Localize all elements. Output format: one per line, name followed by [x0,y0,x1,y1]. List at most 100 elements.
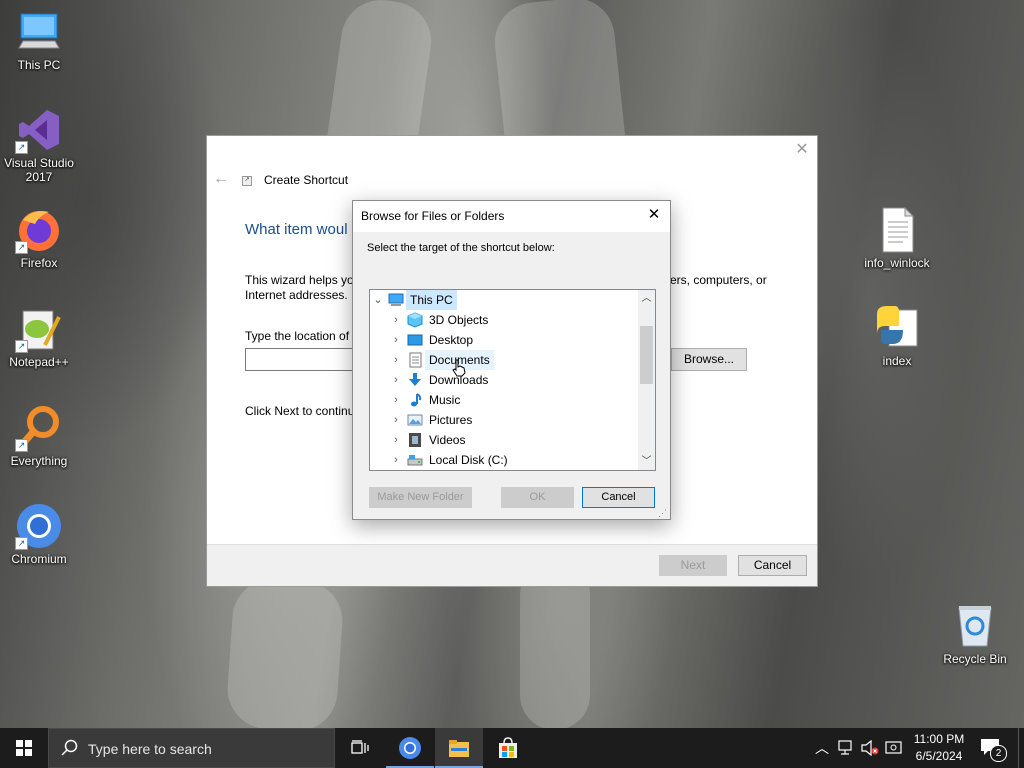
desktop-icon-firefox[interactable]: ↗ Firefox [0,206,78,270]
dialog-titlebar[interactable]: Browse for Files or Folders ✕ [353,201,670,232]
rock-streak [224,576,346,734]
tree-label: Pictures [429,413,473,427]
taskbar: Type here to search ︿ 11:00 PM 6/5/2024 … [0,728,1024,768]
desktop-icon-chromium[interactable]: ↗ Chromium [0,502,78,566]
ok-button[interactable]: OK [501,487,574,508]
tree-item-documents[interactable]: › Documents [370,350,638,370]
wizard-title: Create Shortcut [264,173,349,187]
desktop-icon-info-winlock[interactable]: info_winlock [858,206,936,270]
chevron-right-icon[interactable]: › [390,350,402,370]
chevron-right-icon[interactable]: › [390,450,402,470]
make-new-folder-button[interactable]: Make New Folder [369,487,472,508]
notification-center-icon[interactable]: 2 [980,738,1007,762]
task-view-icon [351,740,369,756]
volume-muted-icon[interactable] [861,739,879,757]
text-file-icon [873,206,921,254]
tree-item-videos[interactable]: › Videos [370,430,638,450]
next-button[interactable]: Next [659,555,727,576]
tree-label: This PC [406,290,457,310]
tree-item-pictures[interactable]: › Pictures [370,410,638,430]
shortcut-arrow-icon: ↗ [15,241,28,254]
chevron-right-icon[interactable]: › [390,330,402,350]
desktop-folder-icon [407,332,423,348]
scroll-down-icon[interactable]: ﹀ [638,453,655,470]
wizard-description: This wizard helps you Internet addresses… [245,273,361,302]
shortcut-arrow-icon: ↗ [15,340,28,353]
task-view-button[interactable] [336,728,384,768]
hand-cursor-icon [452,359,466,377]
clock-time[interactable]: 11:00 PM [910,732,968,746]
notepad-plus-plus-icon: ↗ [15,305,63,353]
taskbar-file-explorer[interactable] [435,728,483,768]
shortcut-arrow-icon: ↗ [15,141,28,154]
back-arrow-icon[interactable]: ← [213,171,229,187]
taskbar-store[interactable] [484,728,532,768]
downloads-icon [407,372,423,388]
desktop-icon-index[interactable]: index [858,304,936,368]
dialog-cancel-button[interactable]: Cancel [582,487,655,508]
show-desktop-button[interactable] [1018,728,1024,768]
tree-item-music[interactable]: › Music [370,390,638,410]
tree-item-this-pc[interactable]: ⌄ This PC [370,290,638,310]
desktop-icon-everything[interactable]: ↗ Everything [0,404,78,468]
chevron-right-icon[interactable]: › [390,430,402,450]
display-icon[interactable] [885,740,903,756]
chromium-icon [398,736,422,760]
tree-item-downloads[interactable]: › Downloads [370,370,638,390]
recycle-bin-icon [951,602,999,650]
chevron-right-icon[interactable]: › [390,390,402,410]
documents-icon [407,352,423,368]
search-icon [61,739,79,757]
chevron-right-icon[interactable]: › [390,310,402,330]
visual-studio-icon: ↗ [15,106,63,154]
dialog-close-icon[interactable]: ✕ [646,206,662,224]
music-icon [407,392,423,408]
tree-label: Videos [429,433,466,447]
next-hint-text: Click Next to continu [245,404,355,418]
browse-button[interactable]: Browse... [671,348,747,371]
tree-label: Local Disk (C:) [429,453,508,467]
local-disk-icon [407,452,423,468]
location-label: Type the location of t [245,329,356,343]
clock-date[interactable]: 6/5/2024 [910,749,968,763]
network-icon[interactable] [838,740,856,756]
this-pc-icon [388,292,404,308]
store-icon [498,737,518,759]
tree-label: 3D Objects [429,313,489,327]
notification-count-badge: 2 [990,745,1007,762]
resize-grip-icon[interactable]: ⋰ [658,508,668,518]
chevron-right-icon[interactable]: › [390,370,402,390]
tree-label: Music [429,393,461,407]
videos-icon [407,432,423,448]
chevron-up-icon[interactable]: ︿ [814,739,830,757]
python-file-icon [873,304,921,352]
scroll-up-icon[interactable]: ︿ [638,290,655,307]
browse-for-files-dialog: Browse for Files or Folders ✕ Select the… [352,200,671,520]
shortcut-arrow-icon: ↗ [15,537,28,550]
desktop-icon-notepad-plus-plus[interactable]: ↗ Notepad++ [0,305,78,369]
desktop-icon-recycle-bin[interactable]: Recycle Bin [936,602,1014,666]
scrollbar-thumb[interactable] [640,326,653,384]
chromium-icon: ↗ [15,502,63,550]
taskbar-chromium[interactable] [386,728,434,768]
tree-item-desktop[interactable]: › Desktop [370,330,638,350]
folder-tree[interactable]: ⌄ This PC › 3D Objects › Desktop › Docum… [369,289,656,471]
tree-scrollbar[interactable]: ︿ ﹀ [638,290,655,470]
desktop-icon-this-pc[interactable]: This PC [0,8,78,72]
shortcut-arrow-icon: ↗ [15,439,28,452]
file-explorer-icon [448,738,470,758]
wizard-cancel-button[interactable]: Cancel [738,555,807,576]
wizard-description-tail: ers, computers, or [670,273,767,287]
chevron-down-icon[interactable]: ⌄ [372,290,384,310]
close-icon[interactable]: ✕ [795,141,809,159]
shortcut-wizard-icon: ↗ [242,176,252,186]
start-button[interactable] [0,728,48,768]
search-placeholder: Type here to search [88,741,212,757]
desktop-icon-visual-studio[interactable]: ↗ Visual Studio 2017 [0,106,78,184]
wizard-footer: Next Cancel [207,544,817,586]
taskbar-search-box[interactable]: Type here to search [48,728,335,768]
dialog-instruction: Select the target of the shortcut below: [367,242,555,254]
chevron-right-icon[interactable]: › [390,410,402,430]
tree-item-3d-objects[interactable]: › 3D Objects [370,310,638,330]
tree-item-local-disk[interactable]: › Local Disk (C:) [370,450,638,470]
